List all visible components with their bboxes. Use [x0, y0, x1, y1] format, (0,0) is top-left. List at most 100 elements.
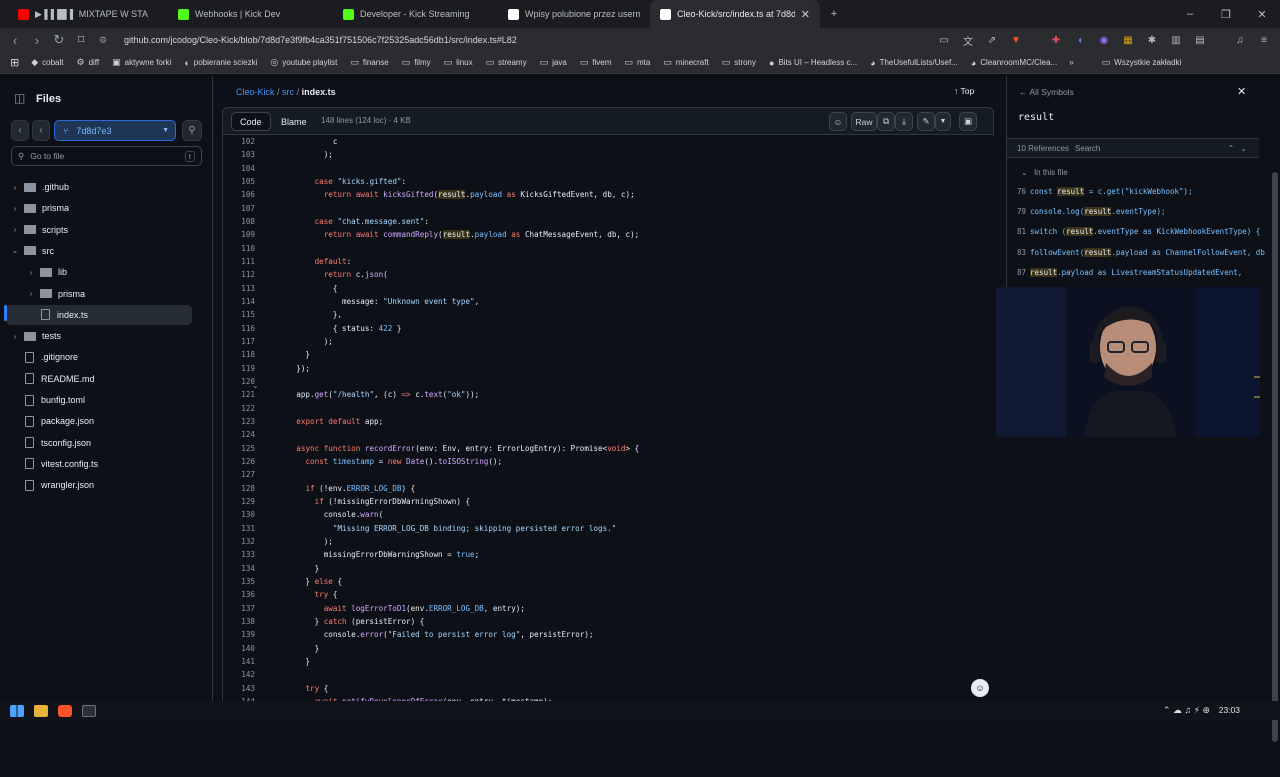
line-number[interactable]: 115	[223, 308, 255, 321]
apps-icon[interactable]: ⊞	[10, 56, 19, 69]
line-number[interactable]: 134	[223, 562, 255, 575]
file-explorer-icon[interactable]	[34, 704, 48, 717]
line-number[interactable]: 103	[223, 148, 255, 161]
copy-button[interactable]: ⧉	[877, 112, 895, 131]
bookmark-item[interactable]: ▭ finanse	[350, 57, 388, 68]
copilot-button[interactable]: ☺	[829, 112, 847, 131]
tree-file[interactable]: bunfig.toml	[6, 390, 192, 410]
menu-icon[interactable]: ≡	[1256, 35, 1272, 46]
tree-folder[interactable]: › scripts	[6, 220, 192, 240]
extension-icon[interactable]: ▦	[1120, 35, 1136, 46]
scrollbar-thumb[interactable]	[1272, 172, 1278, 742]
line-number[interactable]: 122	[223, 402, 255, 415]
fold-chevron-icon[interactable]: ⌄	[252, 381, 259, 390]
tree-file[interactable]: wrangler.json	[6, 475, 192, 495]
bookmark-item[interactable]: ▭ minecraft	[663, 57, 708, 68]
symbols-panel-button[interactable]: ▣	[959, 112, 977, 131]
all-bookmarks[interactable]: ▭ Wszystkie zakładki	[1102, 57, 1182, 68]
browser-tab[interactable]: Webhooks | Kick Dev	[168, 0, 333, 28]
side-nav-button[interactable]: ‹	[32, 120, 50, 141]
new-tab-button[interactable]: +	[820, 8, 848, 20]
raw-button[interactable]: Raw	[851, 112, 877, 131]
line-number[interactable]: 105	[223, 175, 255, 188]
breadcrumb-dir[interactable]: src	[282, 87, 294, 97]
terminal-icon[interactable]	[82, 704, 96, 717]
search-references-label[interactable]: Search	[1075, 144, 1100, 153]
line-number[interactable]: 119	[223, 362, 255, 375]
side-back-button[interactable]: ‹	[11, 120, 29, 141]
line-number[interactable]: 138	[223, 615, 255, 628]
tree-folder[interactable]: › prisma	[6, 284, 192, 304]
line-number[interactable]: 108	[223, 215, 255, 228]
in-this-file-toggle[interactable]: ⌄ In this file	[1021, 168, 1068, 177]
share-icon[interactable]: ⇗	[984, 35, 1000, 46]
line-number[interactable]: 142	[223, 668, 255, 681]
bookmark-item[interactable]: ◎ youtube playlist	[270, 57, 337, 68]
tree-folder[interactable]: › prisma	[6, 198, 192, 218]
playlist-icon[interactable]: ♫	[1232, 35, 1248, 46]
extensions-icon[interactable]: ✱	[1144, 35, 1160, 46]
bookmark-item[interactable]: ◕ CleanroomMC/Clea...	[971, 57, 1057, 68]
all-symbols-link[interactable]: ← All Symbols	[1019, 87, 1074, 97]
bookmark-icon[interactable]: ⌑	[74, 32, 88, 48]
windows-start-icon[interactable]	[10, 704, 24, 717]
bookmark-item[interactable]: ● Bits UI – Headless c...	[769, 57, 857, 68]
line-number[interactable]: 137	[223, 602, 255, 615]
tree-file[interactable]: README.md	[6, 369, 192, 389]
wallet-icon[interactable]: ▤	[1192, 35, 1208, 46]
minimize-icon[interactable]: –	[1172, 8, 1208, 20]
bookmark-item[interactable]: ◆ cobalt	[31, 57, 63, 68]
line-number[interactable]: 129	[223, 495, 255, 508]
tree-folder[interactable]: › .github	[6, 177, 192, 197]
bookmark-item[interactable]: ▭ java	[540, 57, 567, 68]
line-number[interactable]: 127	[223, 468, 255, 481]
tree-file[interactable]: tsconfig.json	[6, 433, 192, 453]
line-number[interactable]: 125	[223, 442, 255, 455]
site-info-icon[interactable]: ⚙	[96, 35, 110, 46]
tree-folder[interactable]: › lib	[6, 262, 192, 282]
line-number[interactable]: 104	[223, 162, 255, 175]
tree-folder[interactable]: › tests	[6, 326, 192, 346]
reference-item[interactable]: 79 console.log(result.eventType);	[1017, 207, 1166, 217]
bookmark-item[interactable]: ▭ fivem	[580, 57, 612, 68]
tree-file[interactable]: package.json	[6, 411, 192, 431]
line-number[interactable]: 132	[223, 535, 255, 548]
bookmark-item[interactable]: ▣ aktywne forki	[112, 57, 171, 68]
line-number[interactable]: 130	[223, 508, 255, 521]
top-button[interactable]: ↑ Top	[954, 86, 974, 96]
line-number[interactable]: 106	[223, 188, 255, 201]
line-number[interactable]: 136	[223, 588, 255, 601]
close-window-icon[interactable]: ✕	[1244, 8, 1280, 21]
line-number[interactable]: 120	[223, 375, 255, 388]
bookmark-item[interactable]: ⚙ diff	[77, 57, 100, 68]
branch-selector[interactable]: ⑂ 7d8d7e3 ▼	[54, 120, 176, 141]
line-number[interactable]: 131	[223, 522, 255, 535]
tray-icons[interactable]: ⌃ ☁ ♫ ⚡ ⊕	[1163, 705, 1210, 716]
tree-file[interactable]: index.ts	[6, 304, 192, 325]
brave-browser-icon[interactable]	[58, 704, 72, 717]
collapse-sidebar-icon[interactable]: ◫	[14, 91, 25, 105]
restore-icon[interactable]: ❐	[1208, 8, 1244, 21]
download-button[interactable]: ⤓	[895, 112, 913, 131]
line-number[interactable]: 128	[223, 482, 255, 495]
line-number[interactable]: 118	[223, 348, 255, 361]
bookmark-item[interactable]: ▭ mta	[624, 57, 650, 68]
reload-icon[interactable]: ↻	[52, 32, 66, 48]
line-number[interactable]: 135	[223, 575, 255, 588]
bookmark-item[interactable]: ▭ linux	[444, 57, 473, 68]
line-number[interactable]: 126	[223, 455, 255, 468]
browser-tab[interactable]: Cleo-Kick/src/index.ts at 7d8d7e ✕	[650, 0, 820, 28]
line-number[interactable]: 140	[223, 642, 255, 655]
sidebar-icon[interactable]: ▥	[1168, 35, 1184, 46]
tree-folder[interactable]: ⌄ src	[6, 241, 192, 261]
bookmark-item[interactable]: ▭ filmy	[402, 57, 431, 68]
screen-icon[interactable]: ▭	[936, 35, 952, 46]
breadcrumb-repo[interactable]: Cleo-Kick	[236, 87, 275, 97]
search-button[interactable]: ⚲	[182, 120, 202, 141]
browser-tab[interactable]: Developer - Kick Streaming	[333, 0, 498, 28]
reference-item[interactable]: 76 const result = c.get("kickWebhook");	[1017, 187, 1193, 196]
bookmark-item[interactable]: ▭ streamy	[486, 57, 527, 68]
go-to-file-input[interactable]: ⚲ Go to file t	[11, 146, 202, 166]
bookmark-item[interactable]: ◐ pobieranie sciezki	[184, 57, 257, 68]
reference-item[interactable]: 87 result.payload as LivestreamStatusUpda…	[1017, 267, 1242, 277]
